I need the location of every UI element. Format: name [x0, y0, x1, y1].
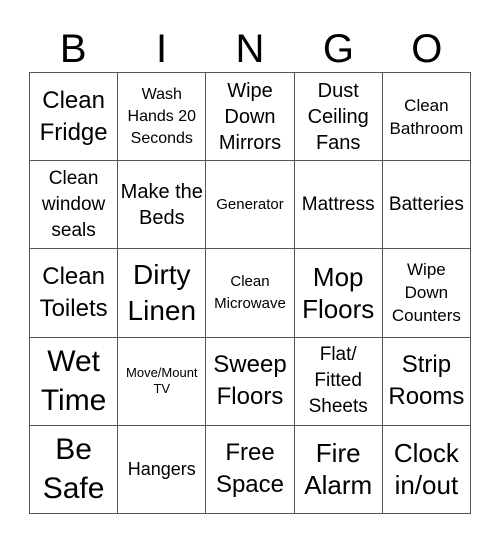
cell-text: Clean Toilets	[39, 262, 108, 322]
bingo-cell[interactable]: Clean Bathroom	[382, 73, 471, 162]
cell-text: Wet Time	[40, 345, 107, 418]
cell-text: Clock in/out	[393, 438, 459, 501]
cell-text: Strip Rooms	[388, 351, 465, 411]
bingo-cell[interactable]: Clean Fridge	[30, 73, 119, 162]
cell-text: Clean Fridge	[39, 86, 108, 146]
cell-text: Fire Alarm	[304, 438, 373, 501]
bingo-cell[interactable]: Move/Mount TV	[118, 337, 207, 426]
header-letter-o: O	[411, 27, 443, 71]
bingo-cell[interactable]: Clean window seals	[30, 161, 119, 250]
header-letter-i: I	[156, 27, 168, 71]
cell-text: Clean Bathroom	[389, 95, 464, 138]
cell-text: Hangers	[127, 458, 196, 479]
cell-text: Be Safe	[42, 433, 105, 506]
cell-text: Sweep Floors	[213, 351, 287, 411]
bingo-grid: Clean Fridge Wash Hands 20 Seconds Wipe …	[29, 72, 471, 514]
cell-text: Wipe Down Counters	[391, 260, 461, 326]
bingo-cell[interactable]: Wipe Down Mirrors	[206, 73, 295, 162]
bingo-cell[interactable]: Batteries	[382, 161, 471, 250]
bingo-cell[interactable]: Wet Time	[30, 337, 119, 426]
cell-text: Clean window seals	[41, 167, 106, 241]
bingo-cell[interactable]: Free Space	[206, 425, 295, 514]
cell-text: Dirty Linen	[127, 258, 197, 326]
bingo-cell[interactable]: Clock in/out	[382, 425, 471, 514]
bingo-cell[interactable]: Dirty Linen	[118, 249, 207, 338]
cell-text: Move/Mount TV	[126, 365, 198, 397]
bingo-cell[interactable]: Generator	[206, 161, 295, 250]
bingo-cell[interactable]: Wash Hands 20 Seconds	[118, 73, 207, 162]
bingo-cell[interactable]: Clean Microwave	[206, 249, 295, 338]
bingo-cell[interactable]: Mattress	[294, 161, 383, 250]
bingo-cell[interactable]: Flat/ Fitted Sheets	[294, 337, 383, 426]
bingo-cell[interactable]: Wipe Down Counters	[382, 249, 471, 338]
header-letter-b: B	[59, 27, 87, 71]
bingo-cell[interactable]: Make the Beds	[118, 161, 207, 250]
bingo-cell[interactable]: Mop Floors	[294, 249, 383, 338]
cell-text: Dust Ceiling Fans	[307, 79, 369, 154]
cell-text: Wash Hands 20 Seconds	[127, 85, 197, 147]
cell-text: Batteries	[388, 193, 464, 215]
cell-text: Wipe Down Mirrors	[218, 79, 282, 154]
cell-text: Free Space	[215, 439, 285, 499]
cell-text: Clean Microwave	[214, 272, 286, 312]
bingo-cell[interactable]: Strip Rooms	[382, 337, 471, 426]
bingo-cell[interactable]: Be Safe	[30, 425, 119, 514]
cell-text: Generator	[216, 195, 284, 213]
bingo-cell[interactable]: Hangers	[118, 425, 207, 514]
cell-text: Mattress	[301, 193, 375, 215]
cell-text: Flat/ Fitted Sheets	[308, 344, 368, 418]
bingo-header: B I N G O	[29, 26, 471, 72]
cell-text: Make the Beds	[120, 180, 203, 229]
bingo-cell[interactable]: Fire Alarm	[294, 425, 383, 514]
header-letter-g: G	[322, 27, 354, 71]
cell-text: Mop Floors	[302, 261, 375, 324]
bingo-cell[interactable]: Sweep Floors	[206, 337, 295, 426]
bingo-cell[interactable]: Clean Toilets	[30, 249, 119, 338]
bingo-cell[interactable]: Dust Ceiling Fans	[294, 73, 383, 162]
header-letter-n: N	[235, 27, 265, 71]
